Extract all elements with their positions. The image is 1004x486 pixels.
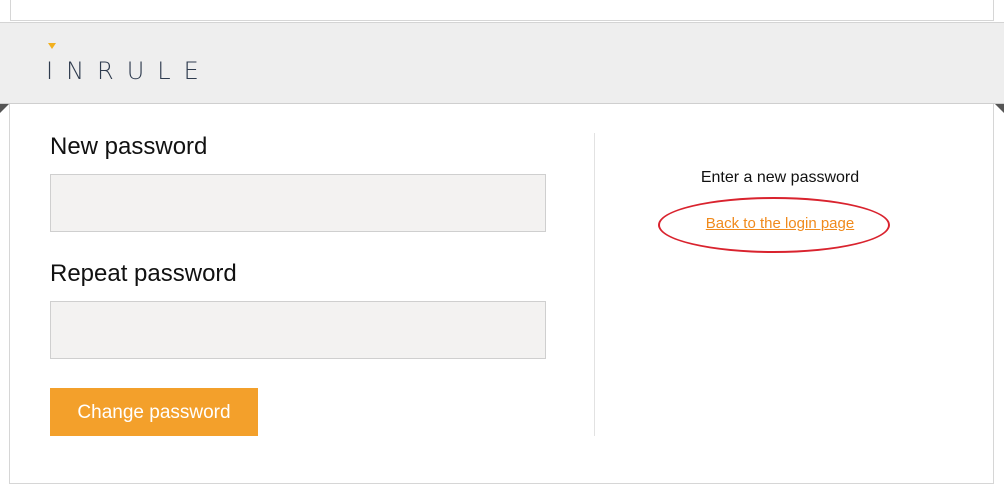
repeat-password-input[interactable] [50,301,546,359]
reset-password-card: New password Repeat password Change pass… [9,104,994,484]
top-strip [0,0,1004,22]
ribbon-fold-left [0,104,9,113]
logo-text: INRULE [46,57,212,85]
repeat-password-label: Repeat password [50,260,237,287]
reset-password-page: INRULE New password Repeat password Chan… [0,0,1004,486]
back-to-login-link[interactable]: Back to the login page [595,215,965,232]
ribbon-fold-right [995,104,1004,113]
site-header: INRULE [0,22,1004,104]
change-password-button[interactable]: Change password [50,388,258,436]
logo-triangle-icon [48,43,56,49]
new-password-label: New password [50,133,208,160]
new-password-input[interactable] [50,174,546,232]
top-panel-edge [10,0,994,21]
instruction-text: Enter a new password [700,169,860,186]
